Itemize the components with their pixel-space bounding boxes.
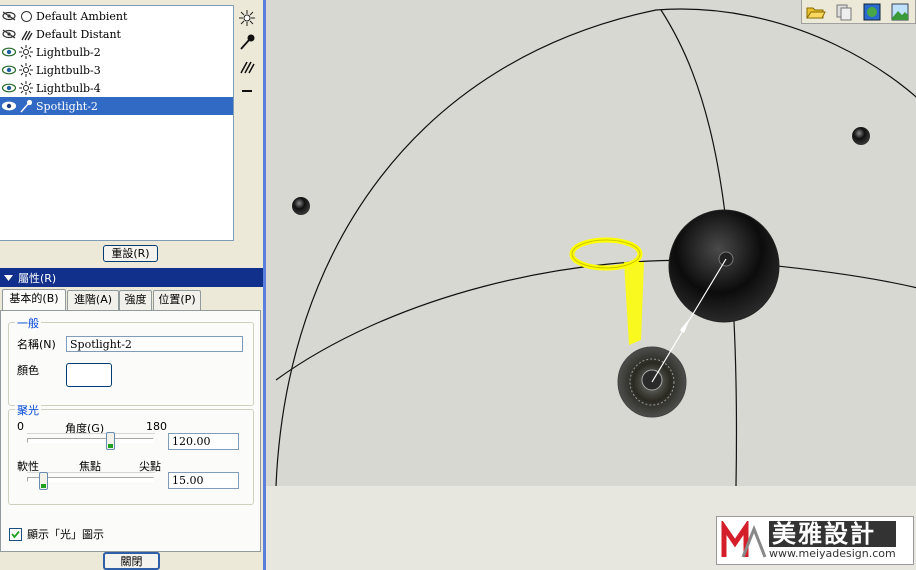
lightbulb-marker[interactable] [292, 197, 310, 215]
list-item-default-distant[interactable]: Default Distant [0, 25, 233, 43]
light-label: Default Distant [36, 27, 121, 41]
name-field[interactable]: Spotlight-2 [66, 336, 243, 352]
hidden-eye-icon[interactable] [0, 29, 18, 39]
open-folder-button[interactable] [802, 4, 830, 20]
copy-button[interactable] [830, 3, 858, 21]
landscape-icon [891, 3, 909, 20]
angle-value-field[interactable]: 120.00 [168, 433, 239, 450]
show-light-checkbox-row[interactable]: 顯示「光」圖示 [9, 526, 104, 542]
list-item-lightbulb-2[interactable]: Lightbulb-2 [0, 43, 233, 61]
view-toolbar [801, 0, 916, 24]
angle-max-label: 180 [146, 420, 167, 433]
background-button[interactable] [886, 3, 914, 21]
lightbulb-marker[interactable] [852, 127, 870, 145]
light-sphere-wireframe [275, 8, 916, 487]
show-light-label: 顯示「光」圖示 [27, 528, 104, 541]
checkmark-icon [11, 530, 20, 538]
name-label: 名稱(N) [17, 338, 56, 351]
minus-icon [242, 90, 252, 92]
delete-light-button[interactable] [236, 78, 258, 102]
open-folder-icon [806, 7, 826, 18]
angle-slider-ticks [27, 433, 155, 435]
eye-icon[interactable] [0, 47, 18, 57]
add-spotlight-button[interactable] [236, 30, 258, 54]
angle-slider-track[interactable] [27, 438, 154, 443]
show-light-checkbox[interactable] [9, 527, 22, 541]
color-swatch-button[interactable] [66, 363, 112, 387]
add-distant-light-button[interactable] [236, 54, 258, 78]
distant-light-icon [240, 61, 255, 74]
ambient-light-icon [18, 10, 34, 23]
spotlight-cone[interactable] [569, 237, 644, 345]
scene-canvas [275, 8, 916, 487]
add-lightbulb-button[interactable] [236, 6, 258, 30]
light-list[interactable]: Default Ambient Default Distant Lightbul… [0, 5, 234, 241]
bulb-light-icon [18, 45, 34, 59]
general-group-title: 一般 [15, 315, 41, 331]
angle-min-label: 0 [17, 420, 24, 433]
tab-position[interactable]: 位置(P) [153, 290, 201, 310]
list-item-lightbulb-4[interactable]: Lightbulb-4 [0, 79, 233, 97]
spotlight-group-title: 聚光 [15, 402, 41, 418]
spotlight-icon [240, 34, 255, 50]
general-group: 一般 名稱(N) Spotlight-2 顏色 [8, 315, 254, 406]
bulb-light-icon [18, 81, 34, 95]
eye-icon[interactable] [0, 83, 18, 93]
spotlight-source[interactable] [668, 209, 780, 323]
properties-title: 屬性(R) [18, 271, 57, 285]
list-item-default-ambient[interactable]: Default Ambient [0, 7, 233, 25]
tab-advanced[interactable]: 進階(A) [67, 290, 119, 310]
light-label: Default Ambient [36, 9, 128, 23]
watermark-logo: 美雅設計 www.meiyadesign.com [716, 516, 914, 565]
tab-intensity[interactable]: 強度 [119, 290, 152, 310]
bulb-light-icon [239, 10, 255, 26]
close-button[interactable]: 關閉 [103, 552, 160, 570]
properties-section-header[interactable]: 屬性(R) [0, 268, 263, 287]
meiya-logo-icon [721, 520, 767, 558]
tab-basic[interactable]: 基本的(B) [2, 289, 66, 311]
basic-tab-page: 一般 名稱(N) Spotlight-2 顏色 聚光 0 角度(G) 180 1… [0, 310, 261, 552]
collapse-arrow-icon [4, 274, 13, 281]
light-editor-panel: Default Ambient Default Distant Lightbul… [0, 0, 263, 570]
focus-slider-thumb[interactable] [39, 472, 48, 490]
bulb-light-icon [18, 63, 34, 77]
list-item-spotlight-2[interactable]: Spotlight-2 [0, 97, 233, 115]
spotlight-icon [18, 99, 34, 113]
light-label: Lightbulb-3 [36, 63, 101, 77]
light-label: Lightbulb-4 [36, 81, 101, 95]
angle-slider-thumb[interactable] [106, 432, 115, 450]
list-item-lightbulb-3[interactable]: Lightbulb-3 [0, 61, 233, 79]
light-toolbar [236, 6, 258, 102]
scene-icon [863, 3, 881, 20]
watermark-brand: 美雅設計 [769, 520, 896, 547]
watermark-url: www.meiyadesign.com [769, 546, 896, 560]
eye-icon[interactable] [0, 101, 18, 111]
color-label: 顏色 [17, 364, 39, 377]
light-label: Spotlight-2 [36, 99, 98, 113]
copy-icon [836, 4, 852, 20]
focus-value-field[interactable]: 15.00 [168, 472, 239, 489]
3d-viewport[interactable] [266, 0, 916, 570]
distant-light-icon [18, 27, 34, 41]
scene-button[interactable] [858, 3, 886, 21]
hidden-eye-icon[interactable] [0, 11, 18, 21]
light-label: Lightbulb-2 [36, 45, 101, 59]
spotlight-group: 聚光 0 角度(G) 180 120.00 軟性 焦點 尖點 15.00 [8, 402, 254, 505]
eye-icon[interactable] [0, 65, 18, 75]
reset-button[interactable]: 重設(R) [103, 245, 158, 262]
